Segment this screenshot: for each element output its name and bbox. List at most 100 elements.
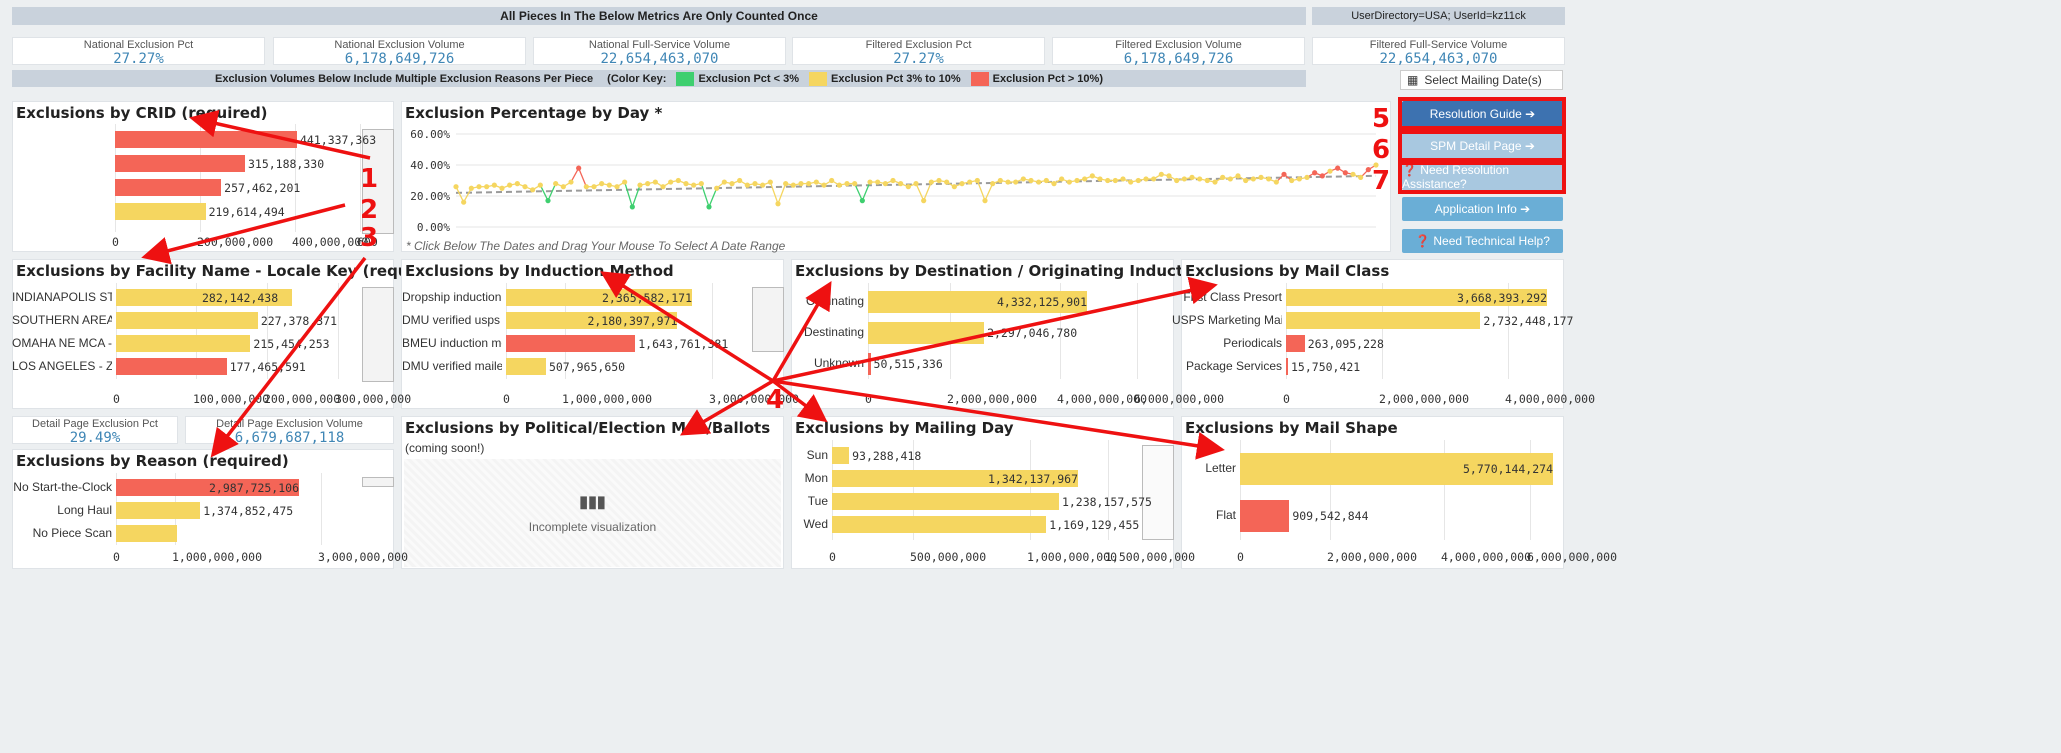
kpi-label: Filtered Exclusion Pct (865, 39, 972, 51)
category-label: LOS ANGELES - Z24... (12, 358, 112, 373)
data-point (1358, 174, 1364, 180)
data-point (530, 187, 536, 193)
kpi-label: National Exclusion Pct (83, 39, 194, 51)
key-green-label: Exclusion Pct < 3% (698, 72, 800, 85)
need-technical-button[interactable]: ❓ Need Technical Help? (1402, 229, 1563, 253)
panel-facility: Exclusions by Facility Name - Locale Key… (12, 259, 449, 409)
bar[interactable] (506, 358, 546, 375)
data-point (721, 179, 727, 185)
axis-tick-label: 4,000,000,000 (1505, 392, 1596, 406)
bar[interactable] (1286, 335, 1305, 352)
bar[interactable] (832, 447, 850, 464)
bar[interactable] (116, 335, 251, 352)
bar-value-label: 257,462,201 (224, 180, 301, 195)
kpi-value: 22,654,463,070 (1379, 51, 1498, 67)
panel-subtitle: (coming soon!) (405, 441, 485, 455)
gridline (1137, 283, 1138, 379)
bar[interactable] (1240, 500, 1290, 532)
data-point (1319, 173, 1325, 179)
data-point (1312, 170, 1318, 176)
bar[interactable] (115, 179, 222, 196)
data-point (606, 182, 612, 188)
bar-value-label: 282,142,438 (202, 290, 279, 305)
axis-tick-label: 2,000,000,000 (1379, 392, 1470, 406)
data-point (852, 181, 858, 187)
panel-title: Exclusions by Destination / Originating … (795, 262, 1210, 280)
data-point (645, 181, 651, 187)
axis-tick-label: 500,000,000 (910, 550, 987, 564)
data-point (1166, 173, 1172, 179)
annotation-number: 4 (766, 385, 785, 415)
data-point (714, 185, 720, 191)
data-point (752, 181, 758, 187)
data-point (453, 184, 459, 190)
bar[interactable] (116, 312, 258, 329)
green-swatch (676, 71, 695, 86)
bar[interactable] (116, 525, 178, 542)
bar[interactable] (868, 353, 871, 375)
data-point (905, 184, 911, 190)
y-tick-label: 20.00% (410, 190, 450, 203)
bar[interactable] (116, 502, 201, 519)
date-picker[interactable]: ▦ Select Mailing Date(s) (1400, 70, 1563, 90)
bar-value-label: 227,378,371 (260, 313, 337, 328)
axis-tick-label: 2,000,000,000 (947, 392, 1038, 406)
series-line-segment (578, 167, 587, 187)
bar[interactable] (832, 516, 1047, 533)
axis-tick-label: 4,000,000,000 (1441, 550, 1532, 564)
application-info-button[interactable]: Application Info ➔ (1402, 197, 1563, 221)
bar[interactable] (1286, 312, 1481, 329)
data-point (867, 179, 873, 185)
detail-kpi-pct: Detail Page Exclusion Pct 29.49% (12, 416, 178, 446)
bar[interactable] (116, 358, 227, 375)
bar[interactable] (1286, 358, 1288, 375)
bar[interactable] (115, 203, 206, 220)
color-key-intro: Exclusion Volumes Below Include Multiple… (214, 72, 594, 85)
data-point (1066, 179, 1072, 185)
kpi-value: 29.49% (69, 430, 121, 446)
data-point (614, 184, 620, 190)
data-point (944, 179, 950, 185)
color-key-banner: Exclusion Volumes Below Include Multiple… (12, 70, 1306, 87)
data-point (1097, 176, 1103, 182)
bar-value-label: 2,297,046,780 (987, 326, 1078, 340)
color-key-label: (Color Key: (607, 72, 667, 85)
data-point (890, 177, 896, 184)
bar-value-label: 93,288,418 (852, 448, 922, 463)
data-point (829, 177, 835, 184)
bar-value-label: 1,238,157,575 (1061, 494, 1152, 509)
calendar-icon: ▦ (1407, 73, 1419, 87)
panel-title: Exclusions by Facility Name - Locale Key… (16, 262, 449, 280)
data-point (484, 184, 490, 190)
data-point (1212, 179, 1218, 185)
bar[interactable] (506, 335, 636, 352)
gridline (712, 283, 713, 379)
kpi-label: National Exclusion Volume (334, 39, 465, 51)
data-point (629, 204, 635, 210)
scrollbar[interactable] (1142, 445, 1174, 540)
pct-by-day-line-chart[interactable]: 60.00% 40.00% 20.00% 0.00% (401, 101, 1391, 252)
bar[interactable] (868, 322, 985, 344)
data-point (1327, 168, 1333, 174)
kpi-value: 27.27% (893, 51, 944, 67)
bar[interactable] (115, 131, 297, 148)
scrollbar[interactable] (362, 287, 394, 382)
bar-value-label: 507,965,650 (548, 359, 626, 374)
kpi-card: Filtered Exclusion Pct 27.27% (792, 37, 1045, 67)
category-label: Long Haul (57, 502, 112, 517)
kpi-value: 27.27% (113, 51, 164, 67)
gridline (338, 283, 339, 379)
scrollbar[interactable] (752, 287, 784, 352)
bar-value-label: 50,515,336 (873, 357, 943, 371)
gridline (321, 473, 322, 545)
bar-value-label: 1,169,129,455 (1049, 517, 1140, 532)
scrollbar[interactable] (362, 477, 394, 487)
key-red-label: Exclusion Pct > 10%) (992, 72, 1103, 85)
series-line-segment (624, 181, 633, 208)
bar[interactable] (115, 155, 245, 172)
bar[interactable] (832, 493, 1059, 510)
data-point (790, 182, 796, 188)
data-point (1028, 177, 1034, 184)
panel-title: Exclusions by Reason (required) (16, 452, 289, 470)
data-point (882, 181, 888, 187)
